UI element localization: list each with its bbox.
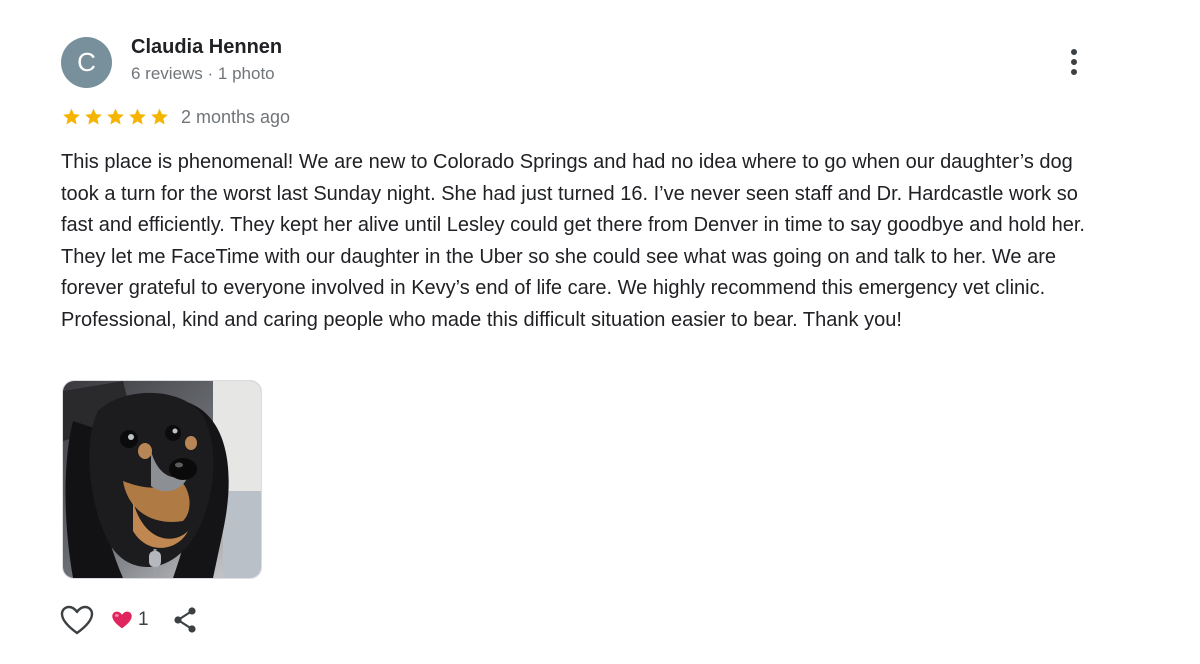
reaction-badge[interactable]: 1 [111,609,149,631]
author-meta[interactable]: 6 reviews · 1 photo [131,64,275,84]
star-icon [149,107,170,127]
reaction-count: 1 [138,609,149,630]
more-options-button[interactable] [1062,46,1086,78]
avatar[interactable]: C [61,37,112,88]
heart-outline-icon [60,605,94,635]
review-card: C Claudia Hennen 6 reviews · 1 photo 2 m… [0,0,1200,664]
review-text: This place is phenomenal! We are new to … [61,151,1085,331]
star-icon [105,107,126,127]
author-name[interactable]: Claudia Hennen [131,36,282,59]
star-icon [127,107,148,127]
review-photo[interactable] [62,380,262,579]
star-icon [83,107,104,127]
share-button[interactable] [169,602,201,638]
avatar-initial: C [77,47,96,77]
star-icon [61,107,82,127]
like-button[interactable] [59,602,95,638]
rating-row: 2 months ago [61,104,290,130]
review-date: 2 months ago [181,106,291,127]
star-rating [61,107,170,127]
review-actions: 1 [59,602,201,638]
share-icon [173,607,196,633]
red-heart-icon [112,611,132,629]
more-vertical-icon [1071,49,1077,55]
dog-photo [63,381,261,578]
